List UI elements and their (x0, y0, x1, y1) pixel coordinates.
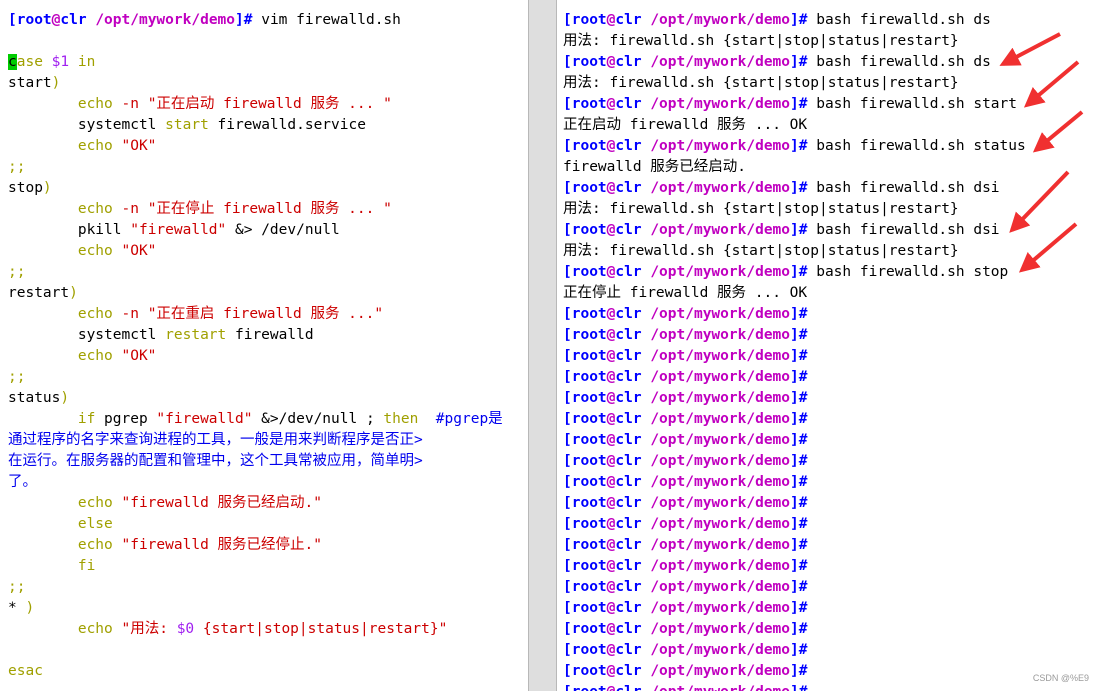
terminal-prompt: [root@clr /opt/mywork/demo]# (563, 306, 808, 322)
terminal-line: 正在启动 firewalld 服务 ... OK (563, 117, 808, 133)
pane-divider[interactable] (529, 0, 556, 691)
terminal-prompt: [root@clr /opt/mywork/demo]# (563, 390, 808, 406)
code-line: else (77, 516, 113, 532)
terminal-prompt: [root@clr /opt/mywork/demo]# (563, 453, 808, 469)
code-line: echo -n "正在启动 firewalld 服务 ... " (77, 96, 392, 112)
code-line: case $1 in (8, 54, 96, 70)
terminal-line: [root@clr /opt/mywork/demo]# bash firewa… (563, 264, 1009, 280)
terminal-prompt: [root@clr /opt/mywork/demo]# (563, 495, 808, 511)
code-line: systemctl restart firewalld (77, 327, 314, 343)
terminal-prompt: [root@clr /opt/mywork/demo]# (563, 432, 808, 448)
code-line: stop) (8, 180, 52, 196)
code-line: echo "firewalld 服务已经启动." (77, 495, 322, 511)
code-line: 通过程序的名字来查询进程的工具，一般是用来判断程序是否正> (8, 432, 423, 448)
terminal-line: 正在停止 firewalld 服务 ... OK (563, 285, 808, 301)
terminal-line: [root@clr /opt/mywork/demo]# bash firewa… (563, 180, 1000, 196)
terminal-prompt: [root@clr /opt/mywork/demo]# (563, 642, 808, 658)
terminal-prompt: [root@clr /opt/mywork/demo]# (563, 663, 808, 679)
code-line: echo "OK" (77, 138, 157, 154)
terminal-line: [root@clr /opt/mywork/demo]# bash firewa… (563, 138, 1026, 154)
code-line: * ) (8, 600, 35, 616)
code-line: ;; (8, 369, 26, 385)
terminal-pane[interactable]: [root@clr /opt/mywork/demo]# bash firewa… (556, 0, 1101, 691)
code-line: esac (8, 663, 43, 679)
terminal-line: [root@clr /opt/mywork/demo]# bash firewa… (563, 54, 991, 70)
terminal-prompt: [root@clr /opt/mywork/demo]# (563, 327, 808, 343)
code-line: 了。 (8, 474, 37, 490)
terminal-line: [root@clr /opt/mywork/demo]# bash firewa… (563, 96, 1017, 112)
vim-command-line: [root@clr /opt/mywork/demo]# vim firewal… (8, 12, 401, 28)
terminal-line: [root@clr /opt/mywork/demo]# bash firewa… (563, 222, 1000, 238)
terminal-line: [root@clr /opt/mywork/demo]# bash firewa… (563, 12, 991, 28)
code-line: status) (8, 390, 70, 406)
code-line: ;; (8, 264, 26, 280)
code-line: echo "firewalld 服务已经停止." (77, 537, 322, 553)
code-line: echo -n "正在停止 firewalld 服务 ... " (77, 201, 392, 217)
code-line: if pgrep "firewalld" &>/dev/null ; then … (77, 411, 503, 427)
terminal-prompt: [root@clr /opt/mywork/demo]# (563, 600, 808, 616)
terminal-prompt: [root@clr /opt/mywork/demo]# (563, 537, 808, 553)
terminal-line: firewalld 服务已经启动. (563, 159, 747, 175)
terminal-line: 用法: firewalld.sh {start|stop|status|rest… (563, 243, 959, 259)
terminal-line: 用法: firewalld.sh {start|stop|status|rest… (563, 201, 959, 217)
terminal-prompt: [root@clr /opt/mywork/demo]# (563, 558, 808, 574)
terminal-line: 用法: firewalld.sh {start|stop|status|rest… (563, 75, 959, 91)
terminal-prompt: [root@clr /opt/mywork/demo]# (563, 682, 807, 691)
code-line: echo "OK" (77, 348, 157, 364)
terminal-prompt: [root@clr /opt/mywork/demo]# (563, 474, 808, 490)
vim-editor-pane[interactable]: [root@clr /opt/mywork/demo]# vim firewal… (0, 0, 529, 691)
editor-cursor: c (8, 54, 17, 70)
code-line: pkill "firewalld" &> /dev/null (77, 222, 340, 238)
terminal-prompt: [root@clr /opt/mywork/demo]# (563, 369, 808, 385)
terminal-prompt: [root@clr /opt/mywork/demo]# (563, 621, 808, 637)
code-line: restart) (8, 285, 78, 301)
watermark: CSDN @%E9 (1032, 673, 1089, 683)
terminal-prompt: [root@clr /opt/mywork/demo]# (563, 348, 808, 364)
code-line: ;; (8, 579, 26, 595)
code-line: echo -n "正在重启 firewalld 服务 ..." (77, 306, 384, 322)
terminal-prompt: [root@clr /opt/mywork/demo]# (563, 411, 808, 427)
code-line: ;; (8, 159, 26, 175)
code-line: 在运行。在服务器的配置和管理中，这个工具常被应用，简单明> (8, 453, 423, 469)
terminal-prompt: [root@clr /opt/mywork/demo]# (563, 579, 808, 595)
code-line: systemctl start firewalld.service (77, 117, 366, 133)
code-line: echo "用法: $0 {start|stop|status|restart}… (77, 621, 448, 637)
terminal-line: 用法: firewalld.sh {start|stop|status|rest… (563, 33, 959, 49)
code-line: start) (8, 75, 61, 91)
code-line: fi (77, 558, 96, 574)
code-line: echo "OK" (77, 243, 157, 259)
terminal-prompt: [root@clr /opt/mywork/demo]# (563, 516, 808, 532)
